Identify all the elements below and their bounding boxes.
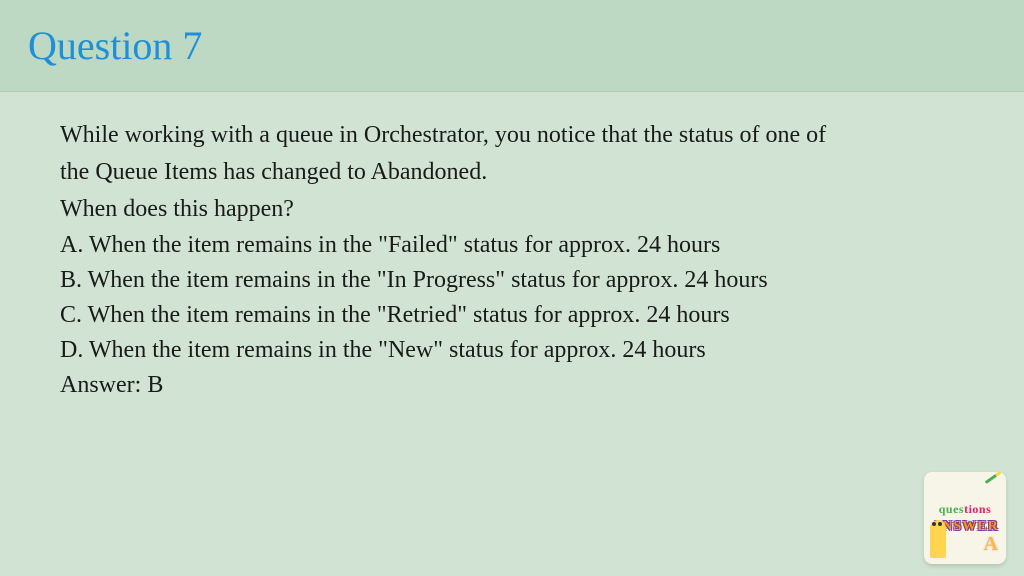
question-prompt: When does this happen? [60, 192, 964, 227]
question-line-1: While working with a queue in Orchestrat… [60, 118, 964, 153]
slide-header: Question 7 [0, 0, 1024, 92]
question-line-2: the Queue Items has changed to Abandoned… [60, 155, 964, 190]
option-c: C. When the item remains in the "Retried… [60, 298, 964, 333]
option-b: B. When the item remains in the "In Prog… [60, 263, 964, 298]
question-content: While working with a queue in Orchestrat… [0, 92, 1024, 428]
option-a: A. When the item remains in the "Failed"… [60, 228, 964, 263]
pencil-icon [985, 471, 1001, 484]
option-d: D. When the item remains in the "New" st… [60, 333, 964, 368]
question-title: Question 7 [28, 22, 996, 69]
badge-letter-a: A [984, 533, 998, 556]
character-icon [930, 520, 946, 558]
answer-text: Answer: B [60, 368, 964, 403]
badge-questions-label: questions [939, 502, 992, 517]
questions-answer-badge: questions ANSWER A [924, 472, 1006, 564]
